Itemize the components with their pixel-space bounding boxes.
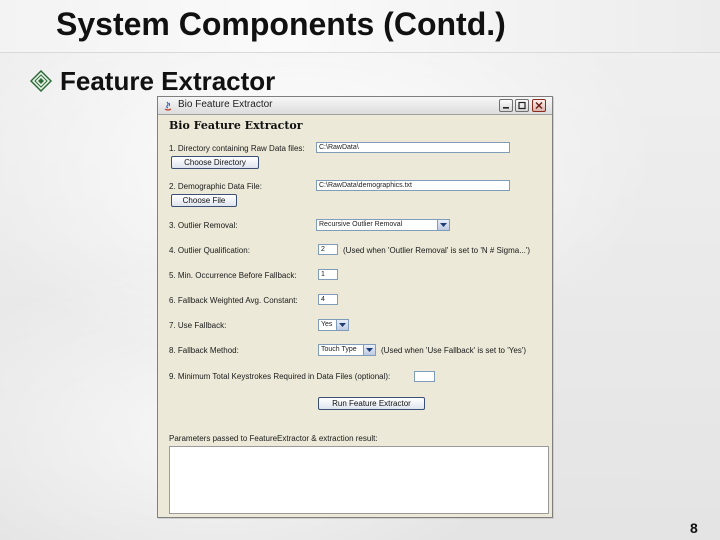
raw-dir-field[interactable]: C:\RawData\ [316, 142, 510, 153]
outlier-qualification-label: 4. Outlier Qualification: [169, 246, 250, 255]
chevron-down-icon[interactable] [437, 220, 449, 230]
choose-directory-button[interactable]: Choose Directory [171, 156, 259, 169]
java-app-icon [162, 99, 174, 111]
fallback-method-note: (Used when 'Use Fallback' is set to 'Yes… [381, 346, 526, 355]
app-window: Bio Feature Extractor Bio Feature Extrac… [157, 96, 553, 518]
fallback-method-label: 8. Fallback Method: [169, 346, 239, 355]
use-fallback-value: Yes [321, 321, 333, 328]
min-occurrence-field[interactable]: 1 [318, 269, 338, 280]
outlier-qualification-note: (Used when 'Outlier Removal' is set to '… [343, 246, 531, 255]
bullet-item: Feature Extractor [29, 66, 276, 96]
min-keystrokes-field[interactable] [414, 371, 435, 382]
fallback-constant-label: 6. Fallback Weighted Avg. Constant: [169, 296, 298, 305]
min-occurrence-label: 5. Min. Occurrence Before Fallback: [169, 271, 297, 280]
page-number: 8 [690, 520, 698, 536]
close-button[interactable] [532, 99, 546, 112]
output-label: Parameters passed to FeatureExtractor & … [169, 434, 378, 443]
diamond-bullet-icon [29, 69, 53, 93]
slide-title: System Components (Contd.) [56, 6, 506, 42]
outlier-qualification-field[interactable]: 2 [318, 244, 338, 255]
minimize-button[interactable] [499, 99, 513, 112]
choose-file-button[interactable]: Choose File [171, 194, 237, 207]
fallback-constant-field[interactable]: 4 [318, 294, 338, 305]
maximize-button[interactable] [515, 99, 529, 112]
outlier-removal-label: 3. Outlier Removal: [169, 221, 238, 230]
use-fallback-select[interactable]: Yes [318, 319, 349, 331]
demo-file-label: 2. Demographic Data File: [169, 182, 262, 191]
run-feature-extractor-button[interactable]: Run Feature Extractor [318, 397, 425, 410]
fallback-method-value: Touch Type [321, 346, 357, 353]
demo-file-field[interactable]: C:\RawData\demographics.txt [316, 180, 510, 191]
use-fallback-label: 7. Use Fallback: [169, 321, 227, 330]
chevron-down-icon[interactable] [336, 320, 348, 330]
window-title-bar[interactable]: Bio Feature Extractor [158, 97, 552, 115]
min-keystrokes-label: 9. Minimum Total Keystrokes Required in … [169, 372, 391, 381]
raw-dir-label: 1. Directory containing Raw Data files: [169, 144, 305, 153]
chevron-down-icon[interactable] [363, 345, 375, 355]
fallback-method-select[interactable]: Touch Type [318, 344, 376, 356]
window-title: Bio Feature Extractor [178, 99, 273, 110]
bullet-text: Feature Extractor [60, 66, 276, 96]
outlier-removal-select[interactable]: Recursive Outlier Removal [316, 219, 450, 231]
output-text-area[interactable] [169, 446, 549, 514]
form-area: Bio Feature Extractor 1. Directory conta… [159, 115, 551, 516]
form-header: Bio Feature Extractor [169, 119, 303, 132]
outlier-removal-value: Recursive Outlier Removal [319, 221, 403, 228]
